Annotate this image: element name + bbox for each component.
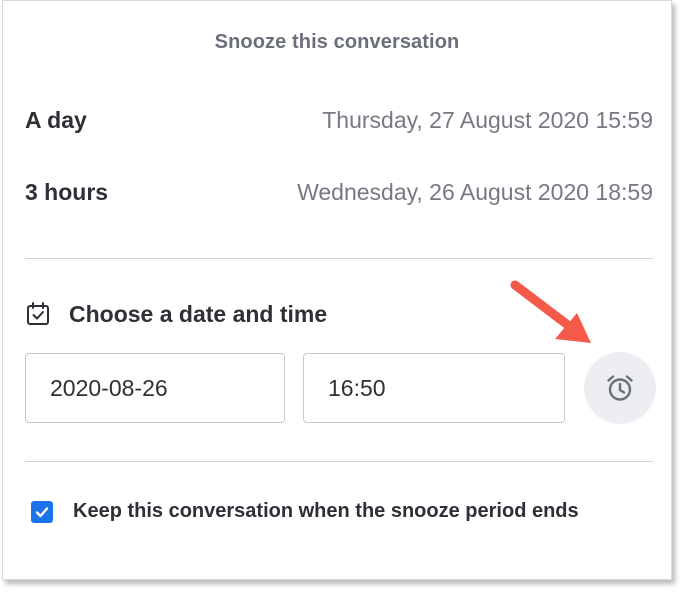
- red-arrow-icon: [510, 280, 591, 343]
- snooze-option-3-hours-datetime[interactable]: Wednesday, 26 August 2020 18:59: [297, 179, 653, 206]
- date-input[interactable]: 2020-08-26: [25, 353, 285, 423]
- dialog-title: Snooze this conversation: [214, 31, 460, 53]
- checkmark-icon: [35, 506, 49, 517]
- time-input[interactable]: 16:50: [303, 353, 565, 423]
- custom-datetime-heading-label: Choose a date and time: [69, 300, 328, 327]
- snooze-option-3-hours-label[interactable]: 3 hours: [25, 179, 108, 206]
- alarm-clock-icon: [607, 375, 633, 401]
- keep-conversation-checkbox[interactable]: [31, 500, 53, 523]
- keep-conversation-option[interactable]: Keep this conversation when the snooze p…: [31, 500, 579, 523]
- alarm-button[interactable]: [584, 352, 656, 424]
- divider: [25, 258, 653, 259]
- calendar-check-icon: [27, 302, 49, 325]
- custom-datetime-heading: Choose a date and time: [25, 299, 327, 329]
- divider: [25, 461, 653, 462]
- keep-conversation-label: Keep this conversation when the snooze p…: [73, 500, 579, 522]
- snooze-option-a-day-label[interactable]: A day: [25, 107, 87, 134]
- snooze-option-a-day-datetime[interactable]: Thursday, 27 August 2020 15:59: [322, 107, 653, 134]
